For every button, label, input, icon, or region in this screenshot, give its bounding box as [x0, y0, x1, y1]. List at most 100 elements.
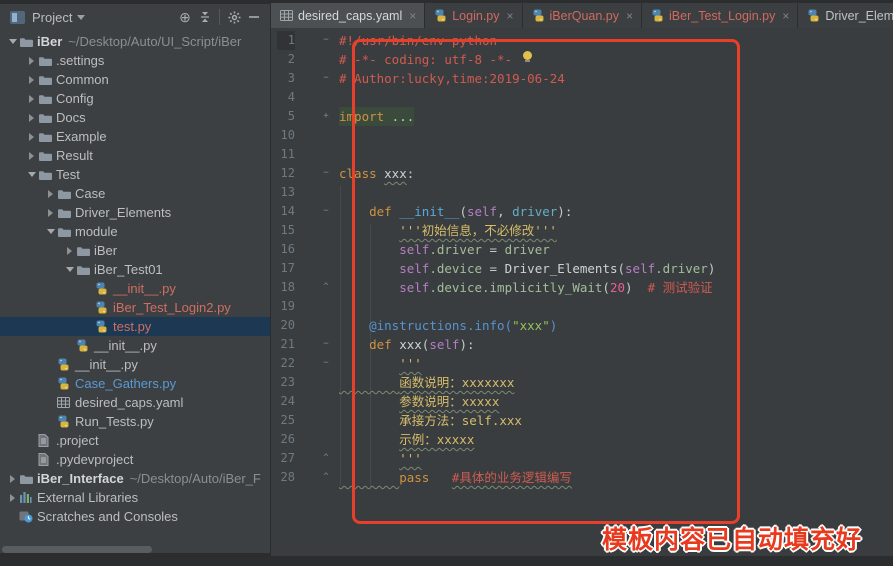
line-number[interactable]: 21 — [277, 335, 295, 354]
code-line-2[interactable]: 2# -*- coding: utf-8 -*- — [271, 50, 715, 69]
chevron-collapsed-icon[interactable] — [6, 475, 19, 483]
tree-item-__init__.py[interactable]: __init__.py — [0, 336, 270, 355]
code-line-5[interactable]: 5+import ... — [271, 107, 715, 126]
code-line-18[interactable]: 18^ self.device.implicitly_Wait(20) # 测试… — [271, 278, 715, 297]
tab-iber-test-login-py[interactable]: iBer_Test_Login.py× — [642, 3, 797, 28]
line-number[interactable]: 13 — [277, 183, 295, 202]
tree-item-docs[interactable]: Docs — [0, 108, 270, 127]
tree-item-iber_test01[interactable]: iBer_Test01 — [0, 260, 270, 279]
fold-up-icon[interactable]: ^ — [317, 278, 335, 297]
code-line-10[interactable]: 10 — [271, 126, 715, 145]
code-line-23[interactable]: 23 函数说明：xxxxxxx — [271, 373, 715, 392]
close-tab-icon[interactable]: × — [409, 10, 416, 22]
line-number[interactable]: 18 — [277, 278, 295, 297]
tree-item-config[interactable]: Config — [0, 89, 270, 108]
tree-item-externallibraries[interactable]: External Libraries — [0, 488, 270, 507]
tree-item-desired_caps.yaml[interactable]: desired_caps.yaml — [0, 393, 270, 412]
line-number[interactable]: 22 — [277, 354, 295, 373]
tab-driver-elements-py[interactable]: Driver_Elements.py — [798, 3, 893, 28]
settings-gear-icon[interactable] — [224, 7, 244, 27]
line-number[interactable]: 27 — [277, 449, 295, 468]
chevron-expanded-icon[interactable] — [63, 267, 76, 272]
fold-up-icon[interactable]: ^ — [317, 449, 335, 468]
code-editor[interactable]: 1−#!/usr/bin/env python2# -*- coding: ut… — [271, 28, 893, 556]
locate-icon[interactable]: ⊕ — [175, 7, 195, 27]
line-number[interactable]: 25 — [277, 411, 295, 430]
tree-item-driver_elements[interactable]: Driver_Elements — [0, 203, 270, 222]
tree-item-.project[interactable]: .project — [0, 431, 270, 450]
fold-minus-icon[interactable]: − — [317, 335, 335, 354]
chevron-collapsed-icon[interactable] — [25, 57, 38, 65]
chevron-collapsed-icon[interactable] — [44, 190, 57, 198]
tree-item-scratchesandconsoles[interactable]: Scratches and Consoles — [0, 507, 270, 526]
fold-minus-icon[interactable]: − — [317, 354, 335, 373]
code-line-26[interactable]: 26 示例：xxxxx — [271, 430, 715, 449]
line-number[interactable]: 2 — [277, 50, 295, 69]
chevron-collapsed-icon[interactable] — [63, 247, 76, 255]
tree-item-case_gathers.py[interactable]: Case_Gathers.py — [0, 374, 270, 393]
fold-minus-icon[interactable]: − — [317, 164, 335, 183]
code-line-28[interactable]: 28^ pass #具体的业务逻辑编写 — [271, 468, 715, 487]
code-line-13[interactable]: 13 — [271, 183, 715, 202]
hide-panel-icon[interactable] — [244, 7, 264, 27]
tab-iberquan-py[interactable]: iBerQuan.py× — [523, 3, 642, 28]
close-tab-icon[interactable]: × — [782, 10, 789, 22]
chevron-expanded-icon[interactable] — [25, 172, 38, 177]
tree-item-__init__.py[interactable]: __init__.py — [0, 355, 270, 374]
chevron-expanded-icon[interactable] — [6, 39, 19, 44]
tree-item-result[interactable]: Result — [0, 146, 270, 165]
line-number[interactable]: 1 — [277, 31, 295, 50]
code-line-21[interactable]: 21− def xxx(self): — [271, 335, 715, 354]
fold-minus-icon[interactable]: − — [317, 202, 335, 221]
tree-item-iber_test_login2.py[interactable]: iBer_Test_Login2.py — [0, 298, 270, 317]
chevron-collapsed-icon[interactable] — [25, 114, 38, 122]
tree-item-iber_interface[interactable]: iBer_Interface~/Desktop/Auto/iBer_F — [0, 469, 270, 488]
fold-plus-icon[interactable]: + — [317, 107, 335, 126]
code-line-25[interactable]: 25 承接方法：self.xxx — [271, 411, 715, 430]
code-line-15[interactable]: 15 '''初始信息，不必修改''' — [271, 221, 715, 240]
tree-item-test.py[interactable]: test.py — [0, 317, 270, 336]
chevron-collapsed-icon[interactable] — [25, 76, 38, 84]
tree-item-test[interactable]: Test — [0, 165, 270, 184]
tree-item-case[interactable]: Case — [0, 184, 270, 203]
lightbulb-icon[interactable] — [523, 51, 532, 60]
line-number[interactable]: 4 — [277, 88, 295, 107]
tree-item-example[interactable]: Example — [0, 127, 270, 146]
code-line-3[interactable]: 3−# Author:lucky,time:2019-06-24 — [271, 69, 715, 88]
chevron-collapsed-icon[interactable] — [6, 494, 19, 502]
code-line-20[interactable]: 20 @instructions.info("xxx") — [271, 316, 715, 335]
tab-desired-caps-yaml[interactable]: desired_caps.yaml× — [271, 3, 424, 28]
tree-item-iber[interactable]: iBer — [0, 241, 270, 260]
tab-login-py[interactable]: Login.py× — [425, 3, 521, 28]
collapse-all-icon[interactable] — [195, 7, 215, 27]
tree-item-.settings[interactable]: .settings — [0, 51, 270, 70]
line-number[interactable]: 28 — [277, 468, 295, 487]
line-number[interactable]: 3 — [277, 69, 295, 88]
line-number[interactable]: 26 — [277, 430, 295, 449]
chevron-down-icon[interactable] — [77, 15, 85, 20]
tree-item-iber[interactable]: iBer~/Desktop/Auto/UI_Script/iBer — [0, 32, 270, 51]
tree-item-__init__.py[interactable]: __init__.py — [0, 279, 270, 298]
line-number[interactable]: 15 — [277, 221, 295, 240]
chevron-expanded-icon[interactable] — [44, 229, 57, 234]
chevron-collapsed-icon[interactable] — [25, 95, 38, 103]
tree-item-.pydevproject[interactable]: .pydevproject — [0, 450, 270, 469]
code-line-16[interactable]: 16 self.driver = driver — [271, 240, 715, 259]
line-number[interactable]: 17 — [277, 259, 295, 278]
fold-minus-icon[interactable]: − — [317, 31, 335, 50]
code-line-17[interactable]: 17 self.device = Driver_Elements(self.dr… — [271, 259, 715, 278]
horizontal-scrollbar[interactable] — [2, 546, 152, 553]
line-number[interactable]: 10 — [277, 126, 295, 145]
code-line-19[interactable]: 19 — [271, 297, 715, 316]
code-line-24[interactable]: 24 参数说明：xxxxx — [271, 392, 715, 411]
code-line-1[interactable]: 1−#!/usr/bin/env python — [271, 31, 715, 50]
code-line-22[interactable]: 22− ''' — [271, 354, 715, 373]
tree-item-run_tests.py[interactable]: Run_Tests.py — [0, 412, 270, 431]
line-number[interactable]: 23 — [277, 373, 295, 392]
tree-item-common[interactable]: Common — [0, 70, 270, 89]
chevron-collapsed-icon[interactable] — [25, 152, 38, 160]
chevron-collapsed-icon[interactable] — [44, 209, 57, 217]
project-panel-title[interactable]: Project — [32, 10, 72, 25]
code-line-14[interactable]: 14− def __init__(self, driver): — [271, 202, 715, 221]
fold-up-icon[interactable]: ^ — [317, 468, 335, 487]
